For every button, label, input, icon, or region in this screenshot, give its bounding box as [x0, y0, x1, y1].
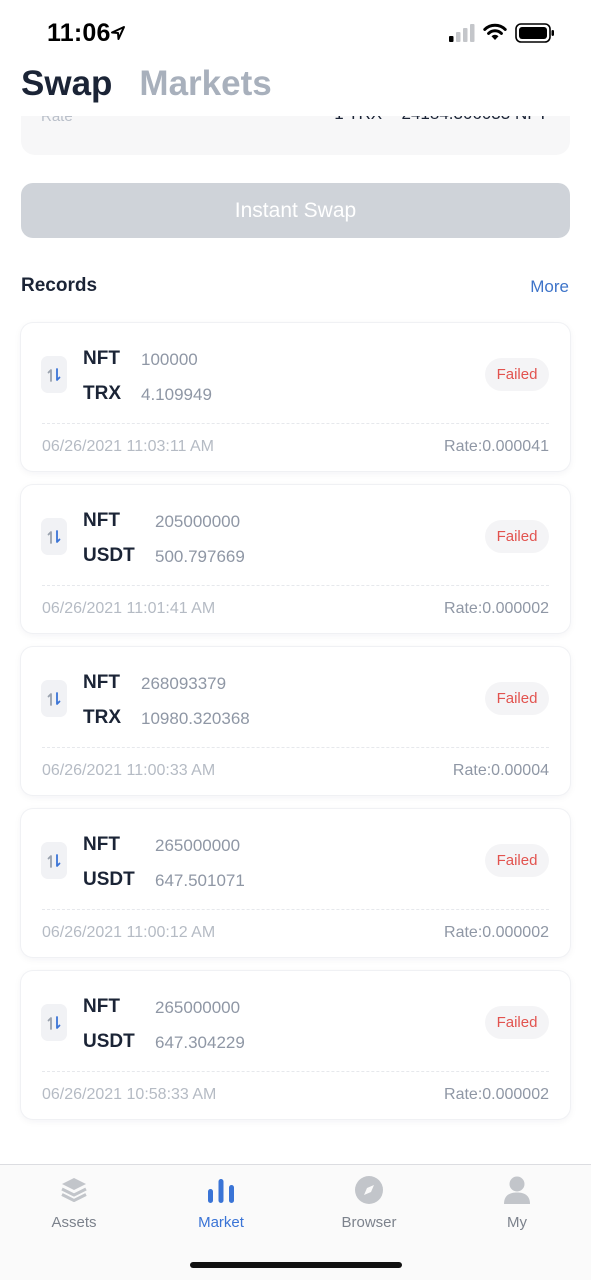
home-indicator — [190, 1262, 402, 1268]
record-rate: Rate:0.000002 — [444, 600, 549, 617]
record-card[interactable]: NFT 268093379 TRX 10980.320368 Failed 06… — [21, 647, 570, 795]
tab-swap[interactable]: Swap — [21, 64, 112, 104]
swap-direction-icon — [41, 518, 67, 555]
from-amount: 205000000 — [155, 512, 241, 531]
nav-item-browser[interactable]: Browser — [309, 1165, 429, 1255]
status-badge: Failed — [485, 844, 549, 877]
from-token: NFT — [83, 510, 120, 531]
swap-direction-icon — [41, 842, 67, 879]
to-amount: 500.797669 — [155, 547, 245, 566]
to-token: TRX — [83, 383, 121, 404]
divider — [42, 747, 549, 748]
record-timestamp: 06/26/2021 11:00:12 AM — [42, 924, 216, 941]
to-token: USDT — [83, 869, 135, 890]
from-token: NFT — [83, 996, 120, 1017]
nav-label: Market — [198, 1214, 244, 1231]
instant-swap-button[interactable]: Instant Swap — [21, 183, 570, 238]
battery-icon — [515, 23, 554, 43]
nav-item-assets[interactable]: Assets — [14, 1165, 134, 1255]
user-icon — [504, 1176, 530, 1204]
divider — [42, 909, 549, 910]
to-token: USDT — [83, 1031, 135, 1052]
record-card[interactable]: NFT 100000 TRX 4.109949 Failed 06/26/202… — [21, 323, 570, 471]
from-token: NFT — [83, 348, 120, 369]
records-list: NFT 100000 TRX 4.109949 Failed 06/26/202… — [21, 323, 570, 1133]
to-amount: 10980.320368 — [141, 709, 250, 728]
swap-direction-icon — [41, 1004, 67, 1041]
status-badge: Failed — [485, 1006, 549, 1039]
from-token: NFT — [83, 672, 120, 693]
records-more-link[interactable]: More — [530, 277, 569, 297]
divider — [42, 423, 549, 424]
divider — [42, 585, 549, 586]
record-rate: Rate:0.000002 — [444, 1086, 549, 1103]
to-amount: 4.109949 — [141, 385, 212, 404]
to-amount: 647.304229 — [155, 1033, 245, 1052]
tab-markets[interactable]: Markets — [139, 64, 271, 104]
record-card[interactable]: NFT 265000000 USDT 647.501071 Failed 06/… — [21, 809, 570, 957]
record-timestamp: 06/26/2021 11:00:33 AM — [42, 762, 216, 779]
to-amount: 647.501071 — [155, 871, 245, 890]
record-card[interactable]: NFT 265000000 USDT 647.304229 Failed 06/… — [21, 971, 570, 1119]
record-timestamp: 06/26/2021 11:01:41 AM — [42, 600, 216, 617]
location-arrow-icon — [111, 26, 125, 40]
records-title: Records — [21, 275, 98, 296]
status-badge: Failed — [485, 682, 549, 715]
nav-label: My — [507, 1214, 527, 1231]
swap-direction-icon — [41, 680, 67, 717]
bar-chart-icon — [208, 1179, 234, 1203]
from-amount: 265000000 — [155, 998, 241, 1017]
record-timestamp: 06/26/2021 11:03:11 AM — [42, 438, 214, 455]
to-token: TRX — [83, 707, 121, 728]
nav-label: Assets — [51, 1214, 97, 1231]
rate-card: Rate 1 TRX = 24184.306033 NFT — [21, 110, 570, 155]
header-tabs: Swap Markets — [21, 64, 299, 110]
wifi-icon — [483, 23, 507, 40]
compass-icon — [355, 1176, 383, 1204]
cellular-signal-icon — [449, 24, 475, 42]
status-bar: 11:06 — [0, 0, 591, 64]
to-token: USDT — [83, 545, 135, 566]
status-badge: Failed — [485, 358, 549, 391]
nav-item-my[interactable]: My — [457, 1165, 577, 1255]
swap-direction-icon — [41, 356, 67, 393]
nav-item-market[interactable]: Market — [161, 1165, 281, 1255]
layers-icon — [61, 1178, 87, 1202]
divider — [42, 1071, 549, 1072]
from-amount: 268093379 — [141, 674, 227, 693]
nav-label: Browser — [341, 1214, 397, 1231]
status-time: 11:06 — [47, 19, 111, 47]
status-badge: Failed — [485, 520, 549, 553]
record-timestamp: 06/26/2021 10:58:33 AM — [42, 1086, 217, 1103]
from-amount: 100000 — [141, 350, 198, 369]
record-card[interactable]: NFT 205000000 USDT 500.797669 Failed 06/… — [21, 485, 570, 633]
record-rate: Rate:0.000041 — [444, 438, 549, 455]
from-token: NFT — [83, 834, 120, 855]
record-rate: Rate:0.000002 — [444, 924, 549, 941]
record-rate: Rate:0.00004 — [452, 762, 549, 779]
from-amount: 265000000 — [155, 836, 241, 855]
